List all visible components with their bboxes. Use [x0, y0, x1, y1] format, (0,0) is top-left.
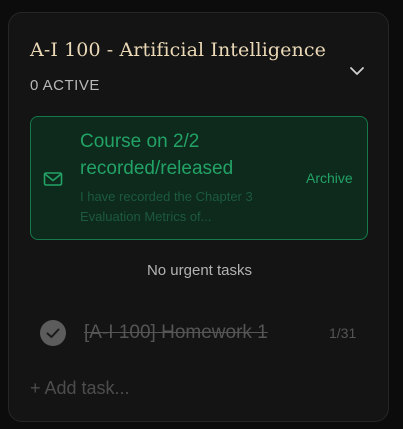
active-count: 0 ACTIVE [30, 77, 100, 94]
task-row[interactable]: [A-I 100] Homework 1 1/31 [30, 313, 370, 353]
archive-button[interactable]: Archive [306, 170, 353, 186]
announcement-preview: I have recorded the Chapter 3 Evaluation… [80, 189, 253, 224]
announcement-banner[interactable]: Course on 2/2 recorded/released I have r… [30, 116, 368, 240]
announcement-title: Course on 2/2 recorded/released [80, 131, 234, 179]
checkmark-circle-icon[interactable] [40, 320, 66, 346]
course-card: A-I 100 - Artificial Intelligence 0 ACTI… [8, 12, 389, 422]
task-title: [A-I 100] Homework 1 [84, 322, 268, 343]
course-title: A-I 100 - Artificial Intelligence [30, 39, 326, 61]
no-urgent-tasks-text: No urgent tasks [146, 262, 253, 279]
task-due-date: 1/31 [329, 325, 357, 341]
mail-icon [43, 172, 63, 186]
add-task-button[interactable]: + Add task... [30, 378, 130, 399]
chevron-down-icon[interactable] [347, 61, 367, 81]
